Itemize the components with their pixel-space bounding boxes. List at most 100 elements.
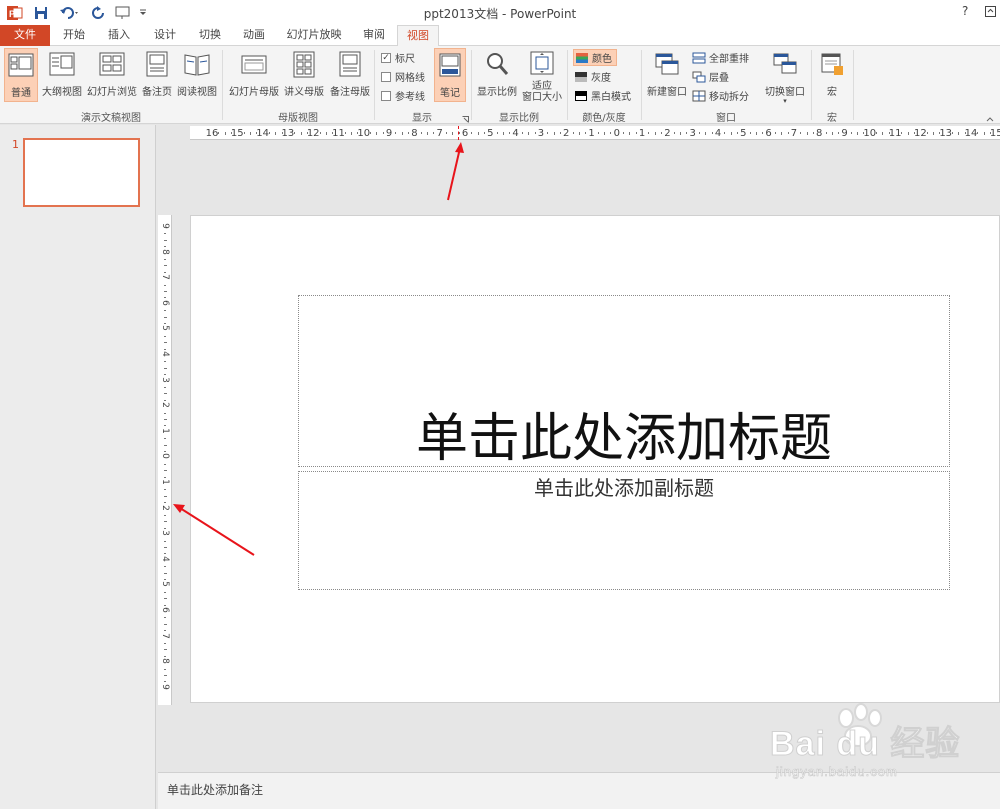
handout-master-button[interactable]: 讲义母版 bbox=[282, 48, 326, 102]
slide-master-button[interactable]: 幻灯片母版 bbox=[228, 48, 280, 102]
ruler-minor-tick bbox=[164, 438, 166, 440]
ruler-minor-tick bbox=[831, 132, 833, 135]
normal-view-icon bbox=[8, 53, 34, 77]
ruler-tick-label: 14 bbox=[964, 128, 978, 139]
window-title: ppt2013文档 - PowerPoint bbox=[423, 7, 577, 21]
switch-windows-button[interactable]: 切换窗口 ▾ bbox=[762, 48, 808, 105]
group-label-zoom: 显示比例 bbox=[499, 113, 539, 124]
ribbon-tabs: 文件 开始 插入 设计 切换 动画 幻灯片放映 审阅 视图 bbox=[0, 25, 1000, 47]
ruler-tick-label: 6 bbox=[461, 128, 469, 139]
ruler-minor-tick bbox=[164, 310, 166, 312]
move-split-button[interactable]: 移动拆分 bbox=[692, 87, 749, 104]
ruler-minor-tick bbox=[629, 132, 631, 135]
slide-canvas[interactable]: 单击此处添加标题 单击此处添加副标题 bbox=[190, 215, 1000, 703]
magnifier-icon bbox=[487, 53, 509, 75]
slide-sorter-icon bbox=[99, 52, 125, 76]
ruler-minor-tick bbox=[983, 132, 985, 135]
ruler-tick-label: 3 bbox=[689, 128, 696, 139]
ruler-minor-tick bbox=[686, 132, 688, 134]
subtitle-placeholder[interactable]: 单击此处添加副标题 bbox=[298, 471, 950, 590]
slide-sorter-button[interactable]: 幻灯片浏览 bbox=[86, 48, 138, 102]
ruler-minor-tick bbox=[933, 132, 935, 135]
ruler-minor-tick bbox=[901, 132, 903, 134]
ruler-tick-label: 7 bbox=[790, 128, 798, 139]
ruler-minor-tick bbox=[164, 617, 166, 619]
cascade-button[interactable]: 层叠 bbox=[692, 68, 729, 85]
outline-view-button[interactable]: 大纲视图 bbox=[40, 48, 84, 102]
ruler-tick-label: 2 bbox=[563, 128, 570, 139]
ruler-minor-tick bbox=[164, 342, 167, 344]
tab-animations[interactable]: 动画 bbox=[234, 25, 274, 46]
checkbox-box bbox=[381, 90, 391, 101]
grayscale-button[interactable]: 灰度 bbox=[575, 68, 611, 85]
tab-file[interactable]: 文件 bbox=[0, 25, 50, 46]
guides-checkbox[interactable]: 参考线 bbox=[381, 87, 425, 104]
ruler-minor-tick bbox=[787, 132, 789, 134]
ruler-tick-label: 9 bbox=[160, 683, 170, 690]
grayscale-swatch-icon bbox=[575, 71, 587, 82]
ruler-tick-label: 9 bbox=[841, 128, 848, 139]
ruler-minor-tick bbox=[572, 132, 574, 134]
ruler-minor-tick bbox=[319, 132, 321, 134]
tab-view[interactable]: 视图 bbox=[397, 25, 439, 47]
ruler-checkbox[interactable]: ✓ 标尺 bbox=[381, 49, 415, 66]
tab-review[interactable]: 审阅 bbox=[354, 25, 394, 46]
ruler-minor-tick bbox=[164, 284, 166, 286]
gridlines-checkbox[interactable]: 网格线 bbox=[381, 68, 425, 85]
ruler-tick-label: 6 bbox=[160, 299, 170, 306]
ruler-minor-tick bbox=[553, 132, 555, 135]
zoom-button[interactable]: 显示比例 bbox=[475, 48, 519, 102]
arrange-all-button[interactable]: 全部重排 bbox=[692, 49, 749, 66]
collapse-ribbon-icon[interactable] bbox=[986, 112, 994, 125]
ruler-minor-tick bbox=[164, 444, 167, 446]
ruler-tick-label: 6 bbox=[160, 607, 170, 613]
slide-thumbnail[interactable] bbox=[23, 138, 140, 207]
ruler-minor-tick bbox=[408, 132, 410, 134]
notes-page-button[interactable]: 备注页 bbox=[140, 48, 174, 102]
new-window-button[interactable]: 新建窗口 bbox=[645, 48, 689, 102]
ruler-minor-tick bbox=[521, 132, 523, 134]
ruler-minor-tick bbox=[164, 675, 167, 676]
ruler-minor-tick bbox=[762, 132, 764, 134]
ruler-minor-tick bbox=[382, 132, 384, 134]
tab-home[interactable]: 开始 bbox=[54, 25, 94, 46]
ruler-minor-tick bbox=[477, 132, 479, 135]
reading-view-icon bbox=[184, 54, 210, 76]
ruler-tick-label: 4 bbox=[512, 128, 519, 139]
vertical-ruler[interactable]: 9876543210123456789 bbox=[158, 215, 172, 705]
ruler-minor-tick bbox=[825, 132, 827, 134]
normal-view-button[interactable]: 普通 bbox=[4, 48, 38, 102]
tab-slideshow[interactable]: 幻灯片放映 bbox=[280, 25, 348, 46]
ruler-tick-label: 1 bbox=[160, 427, 170, 434]
black-white-button[interactable]: 黑白模式 bbox=[575, 87, 631, 104]
ruler-minor-tick bbox=[164, 489, 166, 491]
show-dialog-launcher-icon[interactable] bbox=[462, 113, 469, 126]
ruler-minor-tick bbox=[164, 265, 167, 267]
watermark-brand: Bai du 经验 bbox=[769, 725, 961, 764]
outline-view-icon bbox=[49, 52, 75, 76]
tab-design[interactable]: 设计 bbox=[144, 25, 186, 46]
reading-view-button[interactable]: 阅读视图 bbox=[176, 48, 218, 102]
ribbon-display-options-icon[interactable] bbox=[985, 6, 997, 21]
tab-insert[interactable]: 插入 bbox=[98, 25, 140, 46]
ruler-minor-tick bbox=[164, 643, 166, 644]
title-placeholder[interactable]: 单击此处添加标题 bbox=[298, 295, 950, 469]
fit-to-window-button[interactable]: 适应 窗口大小 bbox=[520, 48, 564, 108]
ruler-minor-tick bbox=[838, 132, 840, 134]
ruler-minor-tick bbox=[547, 132, 549, 134]
macros-button[interactable]: 宏 bbox=[816, 48, 848, 102]
ruler-minor-tick bbox=[164, 566, 166, 568]
ruler-minor-tick bbox=[585, 132, 587, 134]
ruler-minor-tick bbox=[164, 233, 166, 235]
ruler-minor-tick bbox=[882, 132, 884, 135]
color-button[interactable]: 颜色 bbox=[573, 49, 617, 66]
tab-transitions[interactable]: 切换 bbox=[190, 25, 230, 46]
horizontal-ruler[interactable]: 16 15 14 13 12 11 10 9 8 7 6 5 4 3 2 1 0 1 2 3 4 5 6 7 8 9 10 11 12 1… bbox=[190, 126, 1000, 140]
ruler-minor-tick bbox=[654, 132, 656, 135]
help-button[interactable]: ? bbox=[962, 4, 968, 18]
ruler-minor-tick bbox=[755, 132, 757, 135]
ruler-tick-label: 7 bbox=[160, 632, 170, 639]
notes-icon bbox=[439, 53, 461, 77]
notes-button[interactable]: 笔记 bbox=[434, 48, 466, 102]
notes-master-button[interactable]: 备注母版 bbox=[328, 48, 372, 102]
